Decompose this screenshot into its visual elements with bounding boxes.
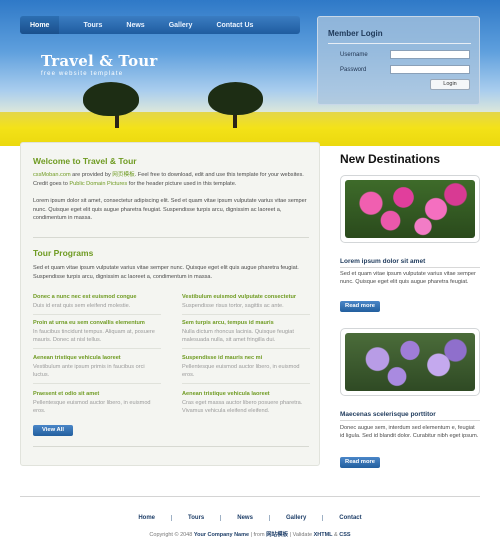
member-login-box: Member Login Username Password Login [317,16,480,105]
purple-flowers-image [345,333,475,391]
company-link[interactable]: Your Company Name [194,532,249,538]
footer-link-home[interactable]: Home [138,515,155,521]
username-label: Username [340,52,368,58]
destination-text: Donec augue sem, interdum sed elementum … [340,425,479,439]
program-item: Aenean tristique vehicula laoreet Vestib… [33,355,161,384]
section-divider [33,237,309,238]
destination-photo[interactable] [340,328,480,396]
nav-gallery[interactable]: Gallery [169,22,193,29]
nav-home[interactable]: Home [20,16,60,34]
yellow-field-image [0,112,500,146]
destination-title[interactable]: Maecenas scelerisque porttitor [340,411,436,418]
footer-link-tours[interactable]: Tours [188,515,204,521]
tree-right-image [208,82,263,115]
program-link[interactable]: Sem turpis arcu, tempus id mauris [182,320,310,326]
program-item: Proin at urna eu sem convallis elementum… [33,320,161,349]
footer-link-contact[interactable]: Contact [339,515,361,521]
program-link[interactable]: Aenean tristique vehicula laoreet [33,355,161,361]
program-item: Suspendisse id mauris nec mi Pellentesqu… [182,355,310,384]
site-subtitle: free website template [41,71,124,77]
xhtml-link[interactable]: XHTML [314,532,333,538]
destination-title[interactable]: Lorem ipsum dolor sit amet [340,258,425,265]
login-button[interactable]: Login [430,79,470,90]
tour-programs-title: Tour Programs [33,248,94,258]
welcome-title: Welcome to Travel & Tour [33,156,137,166]
template-link[interactable]: 网页模板 [112,172,134,178]
login-divider [328,43,471,44]
view-all-button[interactable]: View All [33,425,73,436]
cssmoban-link[interactable]: cssMoban.com [33,172,71,178]
nav-contact-us[interactable]: Contact Us [216,22,253,29]
section-divider [33,446,309,447]
program-link[interactable]: Aenean tristique vehicula laoreet [182,391,310,397]
read-more-button[interactable]: Read more [340,301,380,312]
main-content: Welcome to Travel & Tour cssMoban.com ar… [20,142,320,466]
new-destinations-title: New Destinations [340,152,441,166]
program-item: Praesent et odio sit amet Pellentesque e… [33,391,161,415]
welcome-intro: cssMoban.com are provided by 网页模板. Feel … [33,172,304,187]
footer-link-news[interactable]: News [237,515,253,521]
password-label: Password [340,67,367,73]
username-input[interactable] [390,50,470,59]
nav-tours[interactable]: Tours [83,22,102,29]
destination-text: Sed et quam vitae ipsum vulputate varius… [340,271,476,285]
nav-news[interactable]: News [126,22,144,29]
pink-flowers-image [345,180,475,238]
footer-link-gallery[interactable]: Gallery [286,515,306,521]
header-banner: Home Tours News Gallery Contact Us Trave… [0,0,500,146]
program-item: Sem turpis arcu, tempus id mauris Nulla … [182,320,310,349]
login-title: Member Login [328,29,383,38]
program-item: Vestibulum euismod vulputate consectetur… [182,294,310,315]
destination-photo[interactable] [340,175,480,243]
tour-programs-intro: Sed et quam vitae ipsum vulputate varius… [33,265,299,280]
copyright: Copyright © 2048 Your Company Name | fro… [149,532,351,538]
tree-left-image [83,82,139,116]
program-link[interactable]: Proin at urna eu sem convallis elementum [33,320,161,326]
footer-divider [20,496,480,497]
welcome-body: Lorem ipsum dolor sit amet, consectetur … [33,198,307,221]
template-source-link[interactable]: 网站模板 [266,532,288,538]
program-item: Aenean tristique vehicula laoreet Cras e… [182,391,310,415]
program-item: Donec a nunc nec est euismod congue Duis… [33,294,161,315]
public-domain-pictures-link[interactable]: Public Domain Pictures [69,181,127,187]
site-title: Travel & Tour [41,52,158,70]
program-link[interactable]: Praesent et odio sit amet [33,391,161,397]
program-link[interactable]: Vestibulum euismod vulputate consectetur [182,294,310,300]
footer-nav: Home Tours News Gallery Contact [0,515,500,521]
password-input[interactable] [390,65,470,74]
css-link[interactable]: CSS [339,532,350,538]
main-nav: Home Tours News Gallery Contact Us [20,16,300,34]
program-link[interactable]: Donec a nunc nec est euismod congue [33,294,161,300]
program-link[interactable]: Suspendisse id mauris nec mi [182,355,310,361]
read-more-button[interactable]: Read more [340,457,380,468]
